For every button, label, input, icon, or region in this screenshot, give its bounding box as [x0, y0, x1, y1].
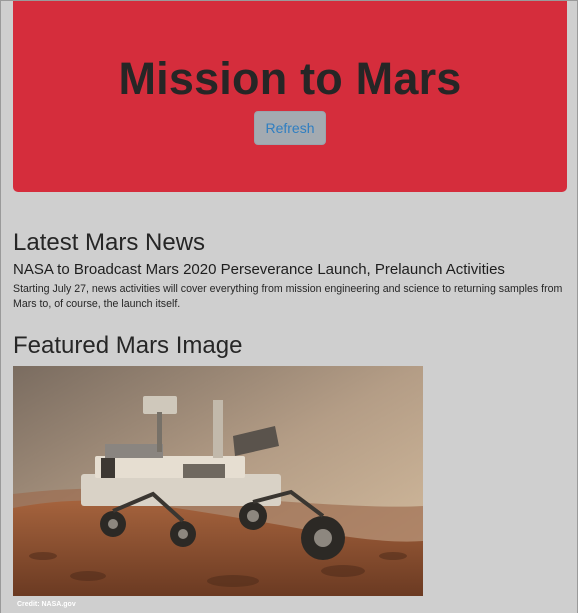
refresh-button[interactable]: Refresh	[254, 111, 326, 145]
hero-banner: Mission to Mars Refresh	[13, 1, 567, 192]
page-title: Mission to Mars	[118, 53, 462, 104]
news-title: NASA to Broadcast Mars 2020 Perseverance…	[13, 261, 505, 278]
featured-mars-image	[13, 366, 423, 596]
news-paragraph: Starting July 27, news activities will c…	[13, 283, 563, 310]
image-credit: Credit: NASA.gov	[17, 601, 76, 608]
featured-image-heading: Featured Mars Image	[13, 332, 243, 359]
news-section-heading: Latest Mars News	[13, 229, 206, 256]
page: Mission to Mars Refresh Latest Mars News…	[0, 0, 578, 613]
